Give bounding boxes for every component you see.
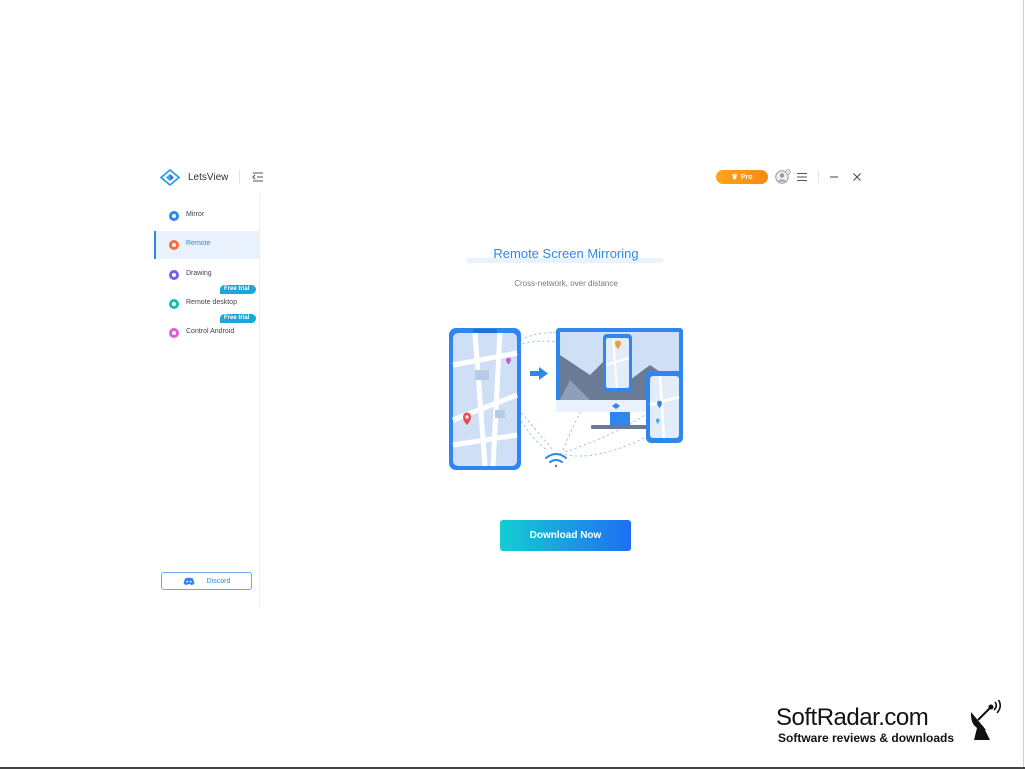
phone-map-graphic [449,328,521,470]
crown-icon: ♛ [731,173,738,181]
discord-button[interactable]: Discord [161,572,252,590]
user-avatar-icon[interactable] [775,169,791,185]
satellite-dish-icon [970,700,1002,740]
watermark-subtitle: Software reviews & downloads [778,731,955,745]
window-controls-divider [818,171,819,183]
close-icon[interactable] [850,170,864,184]
remote-desktop-icon [169,299,179,309]
download-now-button[interactable]: Download Now [500,520,631,551]
page-title: Remote Screen Mirroring [493,246,639,261]
drawing-icon [169,270,179,280]
app-title: LetsView [188,172,229,183]
pro-button[interactable]: ♛ Pro [716,170,768,184]
pro-label: Pro [740,173,753,181]
watermark-title: SoftRadar.com [776,704,929,731]
title-divider [239,170,240,184]
minimize-icon[interactable] [827,170,841,184]
small-phone-graphic [646,371,683,443]
collapse-sidebar-icon[interactable] [251,170,265,184]
sidebar-item-label: Remote [186,240,211,247]
remote-icon [169,240,179,250]
arrow-right-icon [530,367,548,380]
page-subtitle: Cross-network, over distance [514,279,618,288]
watermark: SoftRadar.com Software reviews & downloa… [776,704,986,748]
title-bar: LetsView ♛ Pro [150,160,872,194]
remote-mirroring-illustration [449,328,683,470]
wifi-icon [545,453,567,468]
sidebar-item-label: Remote desktop [186,299,237,306]
discord-icon [183,577,195,585]
mirrored-phone-graphic [603,334,632,392]
free-trial-badge: Free trial [220,314,257,323]
sidebar-item-label: Control Android [186,328,235,335]
app-window: LetsView ♛ Pro Mirror Remote Drawing Rem… [150,160,872,607]
screen-frame-right [1023,0,1024,769]
discord-label: Discord [206,577,231,585]
letsview-logo-icon [160,169,180,186]
sidebar: Mirror Remote Drawing Remote desktop Fre… [150,194,260,607]
sidebar-item-label: Mirror [186,211,205,218]
sidebar-item-remote[interactable]: Remote [154,231,259,259]
control-android-icon [169,328,179,338]
mirror-icon [169,211,179,221]
free-trial-badge: Free trial [220,285,257,294]
sidebar-item-label: Drawing [186,270,212,277]
menu-icon[interactable] [795,170,809,184]
sidebar-item-mirror[interactable]: Mirror [154,202,259,230]
sidebar-item-control-android[interactable]: Control Android Free trial [154,314,259,347]
